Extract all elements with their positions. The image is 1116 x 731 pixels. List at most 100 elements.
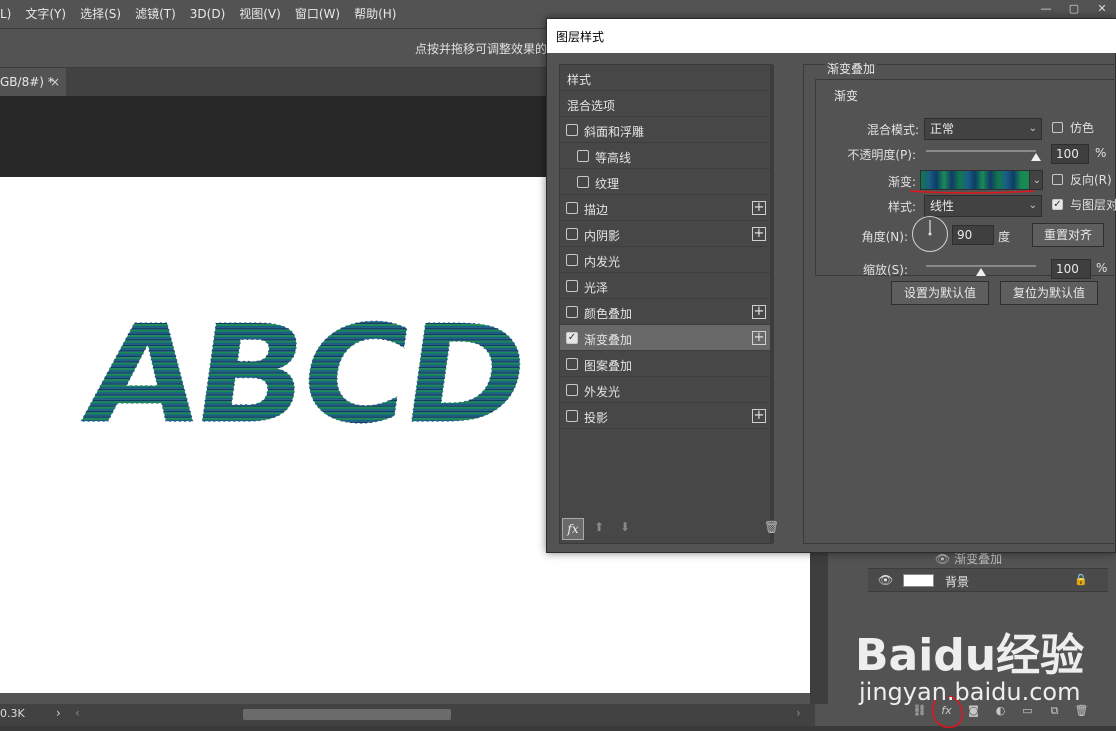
scale-slider[interactable] [926, 265, 1036, 267]
style-item-checkbox[interactable]: ✓ [566, 384, 578, 396]
maximize-icon[interactable]: ▢ [1060, 0, 1088, 20]
make-default-button[interactable]: 设置为默认值 [891, 281, 989, 305]
style-select[interactable]: 线性 ⌄ [924, 195, 1042, 217]
style-item[interactable]: ✓ 内阴影 + [560, 221, 770, 247]
blend-options-item[interactable]: 混合选项 [560, 91, 770, 117]
scale-input[interactable]: 100 [1051, 259, 1091, 279]
add-effect-button[interactable]: fx [562, 518, 584, 540]
angle-label: 角度(N): [861, 230, 908, 244]
eye-icon[interactable]: 👁 [878, 573, 893, 587]
horizontal-scrollbar-thumb[interactable] [243, 709, 451, 720]
gradient-picker-dropdown[interactable]: ⌄ [1029, 170, 1043, 190]
style-item-checkbox[interactable]: ✓ [566, 228, 578, 240]
menu-item[interactable]: 选择(S) [73, 0, 128, 28]
style-list-scrollbar[interactable] [770, 65, 774, 543]
tab-close-icon[interactable]: × [50, 68, 60, 96]
scroll-right-icon[interactable]: › [796, 706, 801, 720]
style-item[interactable]: ✓ 等高线 [560, 143, 770, 169]
status-menu-arrow-icon[interactable]: › [56, 706, 61, 720]
add-instance-icon[interactable]: + [752, 331, 766, 345]
window-controls: — ▢ ✕ [1032, 0, 1116, 20]
blend-mode-select[interactable]: 正常 ⌄ [924, 118, 1042, 140]
add-instance-icon[interactable]: + [752, 227, 766, 241]
style-value: 线性 [930, 199, 955, 213]
chevron-down-icon: ⌄ [1028, 200, 1037, 211]
style-item-label: 内发光 [584, 255, 621, 269]
document-tab-label: GB/8#) * [0, 75, 54, 89]
style-item-label: 渐变叠加 [584, 333, 633, 347]
menu-item[interactable]: 窗口(W) [288, 0, 347, 28]
style-item-checkbox[interactable]: ✓ [566, 306, 578, 318]
style-item[interactable]: ✓ 斜面和浮雕 [560, 117, 770, 143]
gradient-overlay-settings: 渐变叠加 渐变 混合模式: 正常 ⌄ ✓ 仿色 不透明度(P): 100 % 渐… [803, 60, 1116, 544]
angle-input[interactable]: 90 [952, 225, 994, 245]
style-item-checkbox[interactable]: ✓ [577, 150, 589, 162]
add-instance-icon[interactable]: + [752, 409, 766, 423]
menu-item[interactable]: 文字(Y) [18, 0, 73, 28]
style-list-header[interactable]: 样式 [560, 65, 770, 91]
gradient-swatch[interactable] [920, 170, 1030, 190]
reset-alignment-button[interactable]: 重置对齐 [1032, 223, 1104, 247]
reverse-label: 反向(R) [1070, 173, 1112, 187]
document-tab[interactable]: GB/8#) * × [0, 68, 66, 96]
dialog-titlebar[interactable]: 图层样式 [547, 19, 1116, 53]
style-list-header-label: 样式 [567, 73, 592, 87]
delete-effect-icon[interactable]: 🗑 [764, 520, 779, 534]
minimize-icon[interactable]: — [1032, 0, 1060, 20]
style-item[interactable]: ✓ 渐变叠加 + [560, 325, 770, 351]
style-item[interactable]: ✓ 外发光 [560, 377, 770, 403]
menu-item[interactable]: 3D(D) [183, 0, 232, 28]
style-item-checkbox[interactable]: ✓ [566, 254, 578, 266]
style-item-checkbox[interactable]: ✓ [566, 280, 578, 292]
add-instance-icon[interactable]: + [752, 305, 766, 319]
style-item-checkbox[interactable]: ✓ [566, 410, 578, 422]
style-item-label: 斜面和浮雕 [584, 125, 645, 139]
style-item-label: 等高线 [595, 151, 632, 165]
style-list: 样式 混合选项 ✓ 斜面和浮雕 ✓ 等高线 ✓ 纹理 ✓ 描边 + ✓ 内阴影 + ✓ 内发光 ✓ 光泽 ✓ 颜色… [559, 64, 779, 544]
style-item[interactable]: ✓ 纹理 [560, 169, 770, 195]
style-item-label: 图案叠加 [584, 359, 633, 373]
opacity-input[interactable]: 100 [1051, 144, 1089, 164]
style-item-checkbox[interactable]: ✓ [566, 358, 578, 370]
style-list-footer: fx ⬆ ⬇ 🗑 [560, 510, 779, 544]
add-instance-icon[interactable]: + [752, 201, 766, 215]
opacity-unit: % [1095, 146, 1107, 160]
menu-item[interactable]: 视图(V) [232, 0, 288, 28]
reverse-checkbox[interactable]: ✓ [1052, 174, 1063, 185]
scale-unit: % [1096, 261, 1108, 275]
menu-item[interactable]: L) [0, 0, 18, 28]
reset-to-default-button[interactable]: 复位为默认值 [1000, 281, 1098, 305]
gradient-label: 渐变: [887, 175, 916, 189]
opacity-slider-thumb[interactable] [1031, 153, 1041, 161]
eye-icon[interactable]: 👁 [935, 552, 950, 566]
menu-item[interactable]: 滤镜(T) [128, 0, 183, 28]
style-item-checkbox[interactable]: ✓ [577, 176, 589, 188]
style-item-checkbox[interactable]: ✓ [566, 124, 578, 136]
style-item[interactable]: ✓ 图案叠加 [560, 351, 770, 377]
scale-slider-thumb[interactable] [976, 268, 986, 276]
baidu-watermark: Baidu经验 jingyan.baidu.com [855, 610, 1085, 706]
move-up-icon[interactable]: ⬆ [594, 520, 604, 534]
layer-style-dialog: 图层样式 样式 混合选项 ✓ 斜面和浮雕 ✓ 等高线 ✓ 纹理 ✓ 描边 + ✓ 内阴影 + ✓ 内发光 ✓… [546, 18, 1116, 553]
scroll-left-icon[interactable]: ‹ [75, 706, 80, 720]
angle-dial[interactable] [912, 216, 948, 252]
panel-scrollbar[interactable] [810, 548, 828, 704]
style-item-checkbox[interactable]: ✓ [566, 202, 578, 214]
section-title: 渐变叠加 [825, 60, 878, 77]
menu-item[interactable]: 帮助(H) [347, 0, 403, 28]
dither-checkbox[interactable]: ✓ [1052, 122, 1063, 133]
style-item-label: 投影 [584, 411, 609, 425]
style-item[interactable]: ✓ 颜色叠加 + [560, 299, 770, 325]
style-item-label: 颜色叠加 [584, 307, 633, 321]
style-item[interactable]: ✓ 投影 + [560, 403, 770, 429]
style-item[interactable]: ✓ 光泽 [560, 273, 770, 299]
opacity-slider[interactable] [926, 150, 1036, 152]
style-item-checkbox[interactable]: ✓ [566, 332, 578, 344]
style-item-label: 纹理 [595, 177, 620, 191]
move-down-icon[interactable]: ⬇ [620, 520, 630, 534]
style-item[interactable]: ✓ 描边 + [560, 195, 770, 221]
align-with-layer-checkbox[interactable]: ✓ [1052, 199, 1063, 210]
style-item[interactable]: ✓ 内发光 [560, 247, 770, 273]
layer-row-background[interactable]: 👁 背景 🔒 [868, 568, 1108, 592]
close-window-icon[interactable]: ✕ [1088, 0, 1116, 20]
